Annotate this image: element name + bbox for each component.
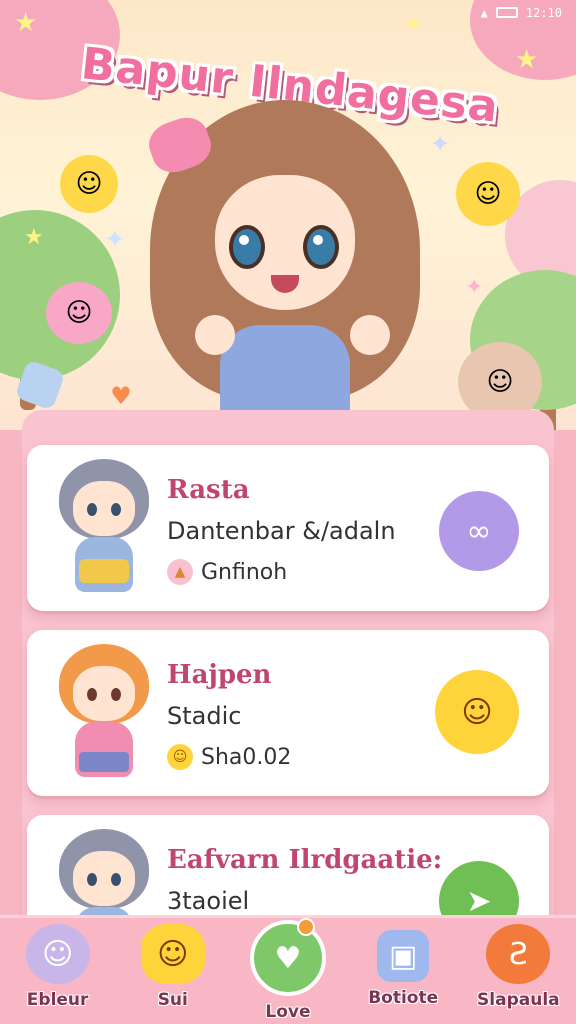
bag-icon: ▣ [377,930,430,982]
smiley-icon: ☺ [167,744,193,770]
character-name: Rasta [167,475,250,505]
avatar [49,459,159,599]
nav-label: Sui [157,990,188,1010]
tag-label: Sha0.02 [201,744,292,770]
star-icon: ★ [405,14,422,35]
character-subtitle: Stadic [167,702,242,730]
character-card[interactable]: Rasta Dantenbar &/adaln ▲ Gnfinoh ∞ [27,445,549,611]
nav-label: Botiote [368,988,439,1008]
sparkle-icon: ✦ [104,225,126,255]
mascot-girl-illustration [143,90,420,420]
nav-label: Love [265,1002,311,1022]
character-subtitle: 3taoiel [167,887,250,915]
star-icon: ★ [515,45,539,75]
bell-icon: Ƨ [486,924,551,984]
character-card[interactable]: Hajpen Stadic ☺ Sha0.02 ☺ [27,630,549,796]
nav-label: Slapaula [477,990,560,1010]
star-icon: ★ [14,8,38,38]
chick-icon: ☺ [140,924,205,984]
nav-item-slapaula[interactable]: Ƨ Slapaula [463,924,573,1010]
wifi-icon: ▲ [480,6,488,20]
heart-icon: ♥ [249,920,326,996]
ghost-icon: ☺ [25,924,90,984]
chat-bubble-button[interactable]: ∞ [439,491,519,571]
nav-item-love[interactable]: ♥ Love [233,918,343,1022]
star-icon: ★ [24,225,44,250]
battery-icon [495,7,518,18]
triangle-icon: ▲ [167,559,193,585]
sparkle-icon: ✦ [465,275,484,300]
bottom-nav: ☺ Ebleur ☺ Sui ♥ Love ▣ Botiote Ƨ Slapau… [0,915,576,1024]
character-subtitle: Dantenbar &/adaln [167,517,396,545]
happy-sun-icon: ☺ [461,694,493,730]
character-name: Eafvarn Ilrdgaatie: [167,845,443,875]
status-time: 12:10 [525,6,562,20]
character-tag: ▲ Gnfinoh [167,559,287,585]
heart-icon: ♥ [110,382,132,410]
happy-sun-button[interactable]: ☺ [435,670,519,754]
smiley-icon: ☺ [60,155,118,213]
notification-badge [296,918,315,936]
avatar [49,644,159,784]
pink-creature-icon: ☺ [46,282,112,344]
nav-label: Ebleur [26,990,89,1010]
character-name: Hajpen [167,660,272,690]
tag-label: Gnfinoh [201,559,288,585]
nav-item-sui[interactable]: ☺ Sui [118,924,228,1010]
nav-item-ebleur[interactable]: ☺ Ebleur [3,924,113,1010]
chat-bubble-icon: ∞ [466,513,492,549]
arrow-icon: ➤ [466,883,492,919]
status-bar: ▲ 12:10 [481,6,562,20]
nav-item-botiote[interactable]: ▣ Botiote [348,924,458,1008]
smiley-icon: ☺ [456,162,520,226]
hero-banner: ▲ 12:10 ★ ★ ★ ★ ✦ ✦ ✦ Bapur Ilndagesa ☺ … [0,0,576,430]
character-tag: ☺ Sha0.02 [167,744,291,770]
sparkle-icon: ✦ [430,130,451,158]
